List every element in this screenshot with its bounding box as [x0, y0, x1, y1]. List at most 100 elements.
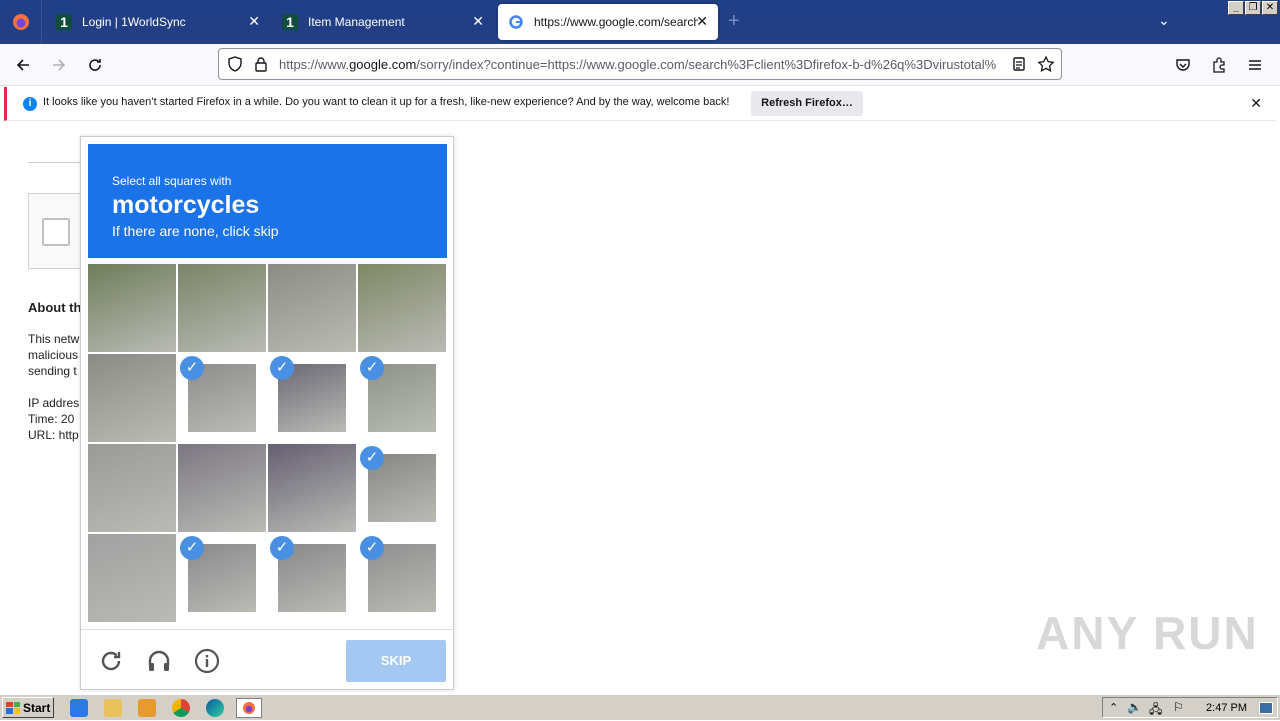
- captcha-tile[interactable]: ✓: [178, 534, 266, 622]
- recaptcha-challenge: Select all squares with motorcycles If t…: [80, 136, 454, 690]
- close-icon[interactable]: ✕: [248, 14, 260, 28]
- captcha-tile[interactable]: [178, 264, 266, 352]
- 1worldsync-icon: 1: [56, 14, 72, 30]
- tab-title: Item Management: [308, 15, 405, 29]
- tile-image: [178, 264, 266, 352]
- tab-title: Login | 1WorldSync: [82, 15, 186, 29]
- page-text-line: Time: 20: [28, 412, 75, 426]
- skip-button[interactable]: SKIP: [346, 640, 446, 682]
- url-text[interactable]: https://www.google.com/sorry/index?conti…: [279, 57, 1001, 72]
- firefox-taskbar-button[interactable]: [236, 698, 262, 718]
- close-icon[interactable]: ✕: [472, 14, 484, 28]
- shield-icon[interactable]: [227, 56, 243, 72]
- reload-button[interactable]: [84, 54, 106, 76]
- pocket-button[interactable]: [1172, 54, 1194, 76]
- lock-icon[interactable]: [253, 56, 269, 72]
- tile-image: [88, 354, 176, 442]
- captcha-tile[interactable]: ✓: [268, 534, 356, 622]
- tile-image: [358, 264, 446, 352]
- firefox-icon: [12, 14, 29, 30]
- url-bar[interactable]: https://www.google.com/sorry/index?conti…: [218, 48, 1062, 80]
- recaptcha-checkbox[interactable]: [42, 218, 70, 246]
- tile-image: [178, 444, 266, 532]
- close-icon[interactable]: ✕: [696, 14, 708, 28]
- list-all-tabs-button[interactable]: ⌄: [1158, 12, 1170, 29]
- page-text-line: IP addres: [28, 396, 80, 410]
- captcha-tile[interactable]: ✓: [178, 354, 266, 442]
- pocket-icon: [1176, 59, 1190, 71]
- captcha-tile[interactable]: ✓: [358, 534, 446, 622]
- hamburger-icon: [1249, 60, 1261, 70]
- challenge-header: Select all squares with motorcycles If t…: [88, 144, 447, 258]
- tab-bar: 1 Login | 1WorldSync ✕ 1 Item Management…: [0, 0, 1280, 44]
- new-tab-button[interactable]: +: [728, 10, 740, 33]
- flag-icon[interactable]: ⚐: [1173, 700, 1184, 714]
- arrow-right-icon: [53, 59, 66, 71]
- headphones-icon[interactable]: [144, 646, 174, 676]
- internet-explorer-icon[interactable]: [70, 699, 88, 717]
- info-icon[interactable]: [192, 646, 222, 676]
- chrome-icon[interactable]: [172, 699, 190, 717]
- captcha-tile[interactable]: ✓: [358, 444, 446, 532]
- close-icon[interactable]: ✕: [1250, 95, 1262, 112]
- reader-view-icon[interactable]: [1011, 56, 1027, 72]
- windows-logo-icon: [6, 701, 20, 714]
- network-icon[interactable]: 🖧: [1149, 700, 1162, 721]
- reload-icon: [89, 59, 101, 71]
- tab-google[interactable]: https://www.google.com/search?c ✕: [498, 4, 718, 40]
- reload-icon[interactable]: [96, 646, 126, 676]
- tile-image: [88, 534, 176, 622]
- tab-item-management[interactable]: 1 Item Management ✕: [272, 4, 494, 40]
- firefox-menu-button[interactable]: [0, 0, 42, 44]
- show-desktop-icon[interactable]: [1259, 702, 1273, 714]
- app-menu-button[interactable]: [1244, 54, 1266, 76]
- speaker-icon[interactable]: 🔈: [1127, 700, 1142, 714]
- challenge-instruction: Select all squares with: [112, 174, 232, 188]
- tab-title: https://www.google.com/search?c: [534, 15, 698, 29]
- captcha-tile[interactable]: [88, 444, 176, 532]
- captcha-tile[interactable]: [268, 264, 356, 352]
- media-player-icon[interactable]: [138, 699, 156, 717]
- notification-message: It looks like you haven’t started Firefo…: [43, 96, 730, 108]
- captcha-tile[interactable]: [358, 264, 446, 352]
- challenge-target: motorcycles: [112, 191, 260, 219]
- captcha-tile[interactable]: [88, 354, 176, 442]
- refresh-firefox-button[interactable]: Refresh Firefox…: [751, 91, 863, 116]
- folder-icon[interactable]: [104, 699, 122, 717]
- minimize-button[interactable]: _: [1228, 1, 1244, 15]
- captcha-tile[interactable]: ✓: [358, 354, 446, 442]
- clock[interactable]: 2:47 PM: [1206, 702, 1247, 714]
- captcha-tile[interactable]: [178, 444, 266, 532]
- restore-button[interactable]: ❐: [1245, 1, 1261, 15]
- google-icon: [508, 14, 524, 30]
- anyrun-watermark: ANY RUN: [1036, 607, 1259, 659]
- checkmark-icon: ✓: [180, 356, 204, 380]
- checkmark-icon: ✓: [270, 356, 294, 380]
- captcha-tile[interactable]: [88, 534, 176, 622]
- bookmark-star-icon[interactable]: [1037, 55, 1055, 73]
- start-button[interactable]: Start: [2, 697, 54, 718]
- start-label: Start: [23, 700, 51, 715]
- tile-image: [268, 264, 356, 352]
- tile-image: [268, 444, 356, 532]
- forward-button[interactable]: [48, 54, 70, 76]
- captcha-tile[interactable]: [268, 444, 356, 532]
- page-text-line: sending t: [28, 364, 77, 378]
- navigation-bar: https://www.google.com/sorry/index?conti…: [0, 44, 1280, 86]
- close-window-button[interactable]: ✕: [1262, 1, 1278, 15]
- challenge-hint: If there are none, click skip: [112, 223, 279, 239]
- edge-icon[interactable]: [206, 699, 224, 717]
- captcha-tile[interactable]: [88, 264, 176, 352]
- tile-image: [88, 264, 176, 352]
- system-tray: ⌃ 🔈 🖧 ⚐ 2:47 PM: [1102, 697, 1278, 718]
- tray-expand-icon[interactable]: ⌃: [1109, 701, 1118, 714]
- about-heading: About th: [28, 300, 82, 315]
- back-button[interactable]: [12, 54, 34, 76]
- checkmark-icon: ✓: [270, 536, 294, 560]
- extensions-button[interactable]: [1208, 54, 1230, 76]
- arrow-left-icon: [16, 59, 29, 71]
- tab-login[interactable]: 1 Login | 1WorldSync ✕: [46, 4, 270, 40]
- captcha-tile[interactable]: ✓: [268, 354, 356, 442]
- checkmark-icon: ✓: [360, 536, 384, 560]
- checkmark-icon: ✓: [360, 356, 384, 380]
